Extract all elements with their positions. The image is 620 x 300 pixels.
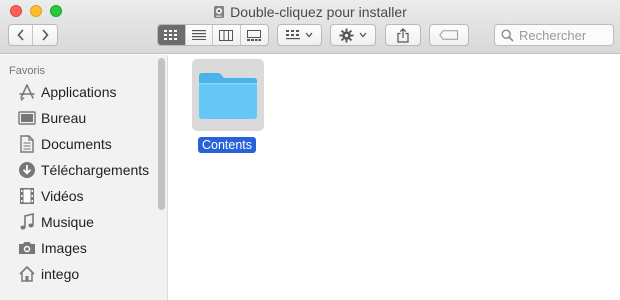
sidebar-item-intego[interactable]: intego xyxy=(17,263,79,285)
share-button[interactable] xyxy=(385,24,421,46)
gear-icon xyxy=(339,27,354,43)
title-toolbar: Double-cliquez pour installer xyxy=(0,0,620,54)
applications-icon xyxy=(17,83,37,101)
icon-view-icon xyxy=(164,30,178,40)
navigation-buttons xyxy=(8,24,58,46)
view-mode-control xyxy=(157,24,269,46)
action-menu-button[interactable] xyxy=(330,24,376,46)
gallery-view-icon xyxy=(247,29,262,41)
sidebar-item-label: Vidéos xyxy=(41,188,84,204)
file-browser-content: Contents xyxy=(169,55,620,300)
sidebar-item-documents[interactable]: Documents xyxy=(17,133,112,155)
desktop-icon xyxy=(17,109,37,127)
sidebar-item-label: Applications xyxy=(41,84,117,100)
chevron-down-icon xyxy=(305,32,313,38)
tag-segment xyxy=(430,25,468,45)
sidebar-item-label: Documents xyxy=(41,136,112,152)
folder-icon-selection xyxy=(192,59,264,131)
sidebar-item-label: intego xyxy=(41,266,80,282)
sidebar-item-images[interactable]: Images xyxy=(17,237,87,259)
icon-view-button[interactable] xyxy=(158,25,186,45)
list-view-icon xyxy=(191,30,206,40)
search-box[interactable] xyxy=(494,24,614,46)
sidebar-item-label: Musique xyxy=(41,214,94,230)
folder-item[interactable]: Contents xyxy=(192,59,264,153)
column-view-icon xyxy=(219,29,234,41)
sidebar-item-label: Images xyxy=(41,240,87,256)
sidebar-item-musique[interactable]: Musique xyxy=(17,211,94,233)
chevron-right-icon xyxy=(42,29,49,41)
list-view-button[interactable] xyxy=(186,25,213,45)
sidebar-heading-favorites: Favoris xyxy=(9,65,46,77)
music-note-icon xyxy=(17,213,37,231)
folder-name-label: Contents xyxy=(198,137,257,153)
gallery-view-button[interactable] xyxy=(241,25,268,45)
group-by-segment xyxy=(278,25,321,45)
sidebar-item-label: Téléchargements xyxy=(41,162,150,178)
sidebar-item-telechargements[interactable]: Téléchargements xyxy=(17,159,149,181)
camera-icon xyxy=(17,239,37,257)
disk-image-icon xyxy=(214,5,225,18)
column-view-button[interactable] xyxy=(213,25,241,45)
forward-button[interactable] xyxy=(33,25,57,45)
action-segment xyxy=(331,25,375,45)
home-icon xyxy=(17,265,37,283)
group-by-button[interactable] xyxy=(277,24,322,46)
folder-icon xyxy=(199,73,257,119)
sidebar-item-videos[interactable]: Vidéos xyxy=(17,185,84,207)
share-segment xyxy=(386,25,420,45)
group-by-icon xyxy=(286,30,300,40)
chevron-down-icon xyxy=(359,32,367,38)
film-icon xyxy=(17,187,37,205)
search-input[interactable] xyxy=(519,27,611,43)
tag-button[interactable] xyxy=(429,24,469,46)
window-title-text: Double-cliquez pour installer xyxy=(230,3,407,20)
back-button[interactable] xyxy=(9,25,34,45)
sidebar-item-applications[interactable]: Applications xyxy=(17,81,117,103)
share-icon xyxy=(397,27,409,43)
download-icon xyxy=(17,161,37,179)
finder-window: Double-cliquez pour installer Rechercher… xyxy=(0,0,620,300)
sidebar-item-label: Bureau xyxy=(41,110,87,126)
document-icon xyxy=(17,135,37,153)
sidebar: Favoris Applications Bureau Documents Té… xyxy=(0,55,168,300)
tag-icon xyxy=(439,30,458,40)
sidebar-scrollbar-thumb[interactable] xyxy=(158,58,165,210)
window-title: Double-cliquez pour installer xyxy=(0,3,620,20)
chevron-left-icon xyxy=(16,29,24,41)
search-icon xyxy=(501,28,514,42)
sidebar-item-bureau[interactable]: Bureau xyxy=(17,107,86,129)
